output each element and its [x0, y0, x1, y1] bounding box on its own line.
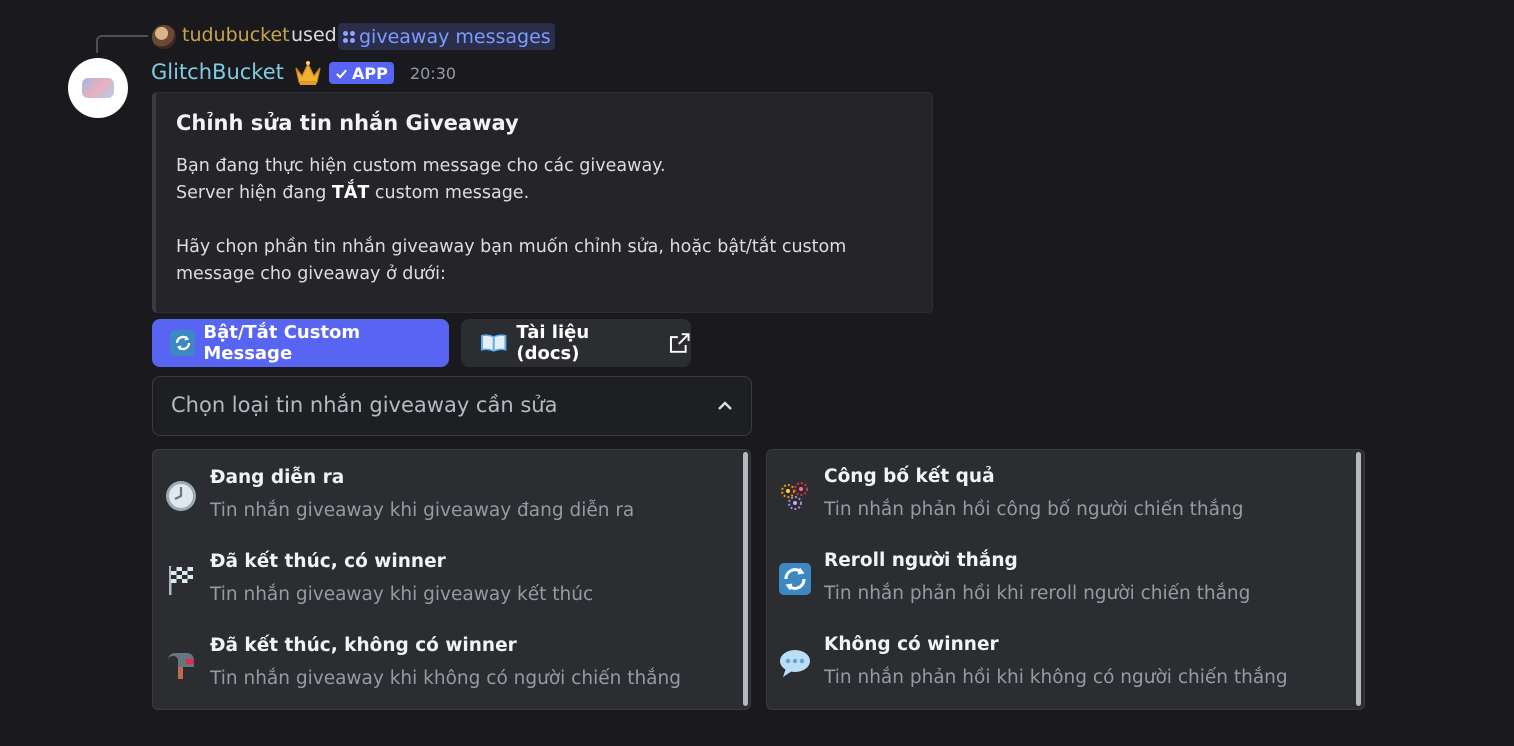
command-name: giveaway messages [359, 25, 551, 48]
mailbox-icon [168, 653, 194, 679]
command-mention[interactable]: giveaway messages [338, 23, 555, 50]
open-book-icon [480, 334, 507, 352]
option-label: Đã kết thúc, không có winner [210, 635, 517, 656]
chevron-up-icon[interactable] [715, 396, 735, 416]
docs-link-button[interactable]: Tài liệu (docs) [461, 319, 691, 367]
select-placeholder: Chọn loại tin nhắn giveaway cần sửa [171, 393, 558, 417]
option-label: Đã kết thúc, có winner [210, 551, 446, 572]
option-description: Tin nhắn phản hồi khi reroll người chiến… [824, 583, 1251, 604]
option-label: Đang diễn ra [210, 467, 345, 488]
app-badge-label: APP [352, 63, 388, 83]
embed-line: Hãy chọn phần tin nhắn giveaway bạn muốn… [176, 237, 847, 257]
crown-icon [295, 61, 321, 85]
option-description: Tin nhắn phản hồi công bố người chiến th… [824, 499, 1244, 520]
option-label: Reroll người thắng [824, 550, 1018, 571]
reply-username[interactable]: tudubucket [182, 24, 290, 46]
external-link-icon [670, 333, 691, 353]
clock-icon [166, 481, 196, 511]
docs-button-label: Tài liệu (docs) [516, 322, 590, 364]
embed-line: Bạn đang thực hiện custom message cho cá… [176, 156, 666, 176]
message-timestamp[interactable]: 20:30 [410, 64, 456, 83]
scrollbar[interactable] [1356, 452, 1361, 706]
status-bold-text: TẮT [331, 183, 370, 203]
option-description: Tin nhắn giveaway khi giveaway kết thúc [210, 584, 594, 605]
option-label: Không có winner [824, 634, 999, 655]
option-label: Công bố kết quả [824, 466, 995, 487]
toggle-custom-message-button[interactable]: Bật/Tắt Custom Message [152, 319, 449, 367]
toggle-button-label: Bật/Tắt Custom Message [203, 322, 361, 364]
embed-line: message cho giveaway ở dưới: [176, 264, 446, 284]
app-badge: APP [329, 62, 394, 84]
reply-spine [96, 35, 148, 53]
reply-action-text: used [291, 24, 337, 46]
repeat-icon [779, 563, 811, 595]
bot-username[interactable]: GlitchBucket [151, 60, 284, 84]
checkered-flag-icon [169, 566, 193, 595]
verified-check-icon [336, 69, 347, 79]
option-description: Tin nhắn phản hồi khi không có người chi… [824, 667, 1288, 688]
slash-command-icon [343, 30, 355, 43]
option-description: Tin nhắn giveaway khi giveaway đang diễn… [210, 500, 635, 521]
repeat-icon [170, 330, 196, 356]
embed-line: Server hiện đang TẮT custom message. [176, 183, 530, 203]
reply-user-avatar[interactable] [152, 25, 176, 49]
scrollbar[interactable] [743, 452, 748, 706]
embed-description: Bạn đang thực hiện custom message cho cá… [176, 153, 896, 288]
speech-bubble-icon [780, 650, 810, 677]
option-description: Tin nhắn giveaway khi không có người chi… [210, 668, 681, 689]
embed-title: Chỉnh sửa tin nhắn Giveaway [176, 111, 519, 135]
bot-avatar[interactable] [68, 58, 128, 118]
fireworks-icon [781, 482, 808, 510]
